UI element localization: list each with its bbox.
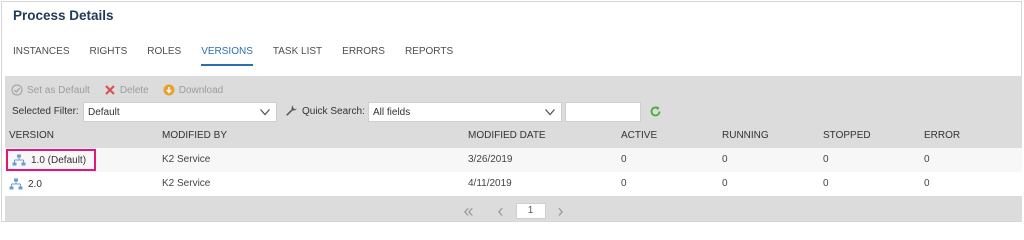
table-row[interactable]: 1.0 (Default) K2 Service 3/26/2019 0 0 0… [5,148,1022,172]
download-button[interactable]: Download [163,84,223,96]
tab-roles[interactable]: ROLES [147,46,181,66]
search-input[interactable] [565,102,641,122]
version-value: 1.0 (Default) [31,154,87,166]
tab-task-list[interactable]: TASK LIST [273,46,322,66]
delete-label: Delete [119,84,149,96]
page-number-input[interactable]: 1 [515,202,546,219]
version-value: 2.0 [28,178,42,190]
stopped-cell: 0 [823,154,829,165]
modified-date-cell: 4/11/2019 [468,178,512,189]
delete-button[interactable]: Delete [104,84,149,96]
column-error[interactable]: ERROR [924,130,960,141]
table-row[interactable]: 2.0 K2 Service 4/11/2019 0 0 0 0 [5,172,1022,196]
running-cell: 0 [722,154,728,165]
version-cell[interactable]: 2.0 [9,172,42,196]
column-version[interactable]: VERSION [9,130,54,141]
tab-instances[interactable]: INSTANCES [13,46,70,66]
column-modified-by[interactable]: MODIFIED BY [162,130,227,141]
download-label: Download [178,84,224,96]
tab-rights[interactable]: RIGHTS [90,46,128,66]
tab-reports[interactable]: REPORTS [405,46,453,66]
selected-filter-value: Default [88,107,120,118]
running-cell: 0 [722,178,728,189]
chevron-down-icon [259,106,271,121]
column-running[interactable]: RUNNING [722,130,769,141]
column-modified-date[interactable]: MODIFIED DATE [468,130,546,141]
filter-row: Selected Filter: Default Quick Search: A… [12,102,1012,122]
modified-by-cell: K2 Service [162,178,211,189]
version-cell-highlighted[interactable]: 1.0 (Default) [6,149,97,171]
modified-by-cell: K2 Service [162,154,211,165]
refresh-icon[interactable] [649,105,662,121]
first-page-icon[interactable]: « [463,202,473,220]
versions-panel: Set as Default Delete Download Selected … [5,76,1022,221]
stopped-cell: 0 [823,178,829,189]
wrench-icon [285,104,298,120]
active-cell: 0 [621,154,627,165]
error-cell: 0 [924,178,930,189]
set-as-default-label: Set as Default [27,84,90,96]
toolbar: Set as Default Delete Download [11,83,237,97]
tab-versions[interactable]: VERSIONS [201,46,253,66]
quick-search-label: Quick Search: [302,106,365,117]
column-active[interactable]: ACTIVE [621,130,657,141]
selected-filter-dropdown[interactable]: Default [83,102,277,122]
delete-x-icon [104,84,116,96]
next-page-icon[interactable]: › [558,202,564,220]
chevron-down-icon [544,106,556,121]
download-icon [163,84,175,96]
previous-page-icon[interactable]: ‹ [498,202,504,220]
tab-errors[interactable]: ERRORS [342,46,385,66]
selected-filter-label: Selected Filter: [12,106,79,117]
active-cell: 0 [621,178,627,189]
process-version-icon [9,178,23,190]
process-details-window: Process Details INSTANCES RIGHTS ROLES V… [1,1,1022,222]
checkmark-circle-icon [11,84,23,96]
modified-date-cell: 3/26/2019 [468,154,513,165]
column-stopped[interactable]: STOPPED [823,130,871,141]
error-cell: 0 [924,154,930,165]
quick-search-field-dropdown[interactable]: All fields [368,102,562,122]
grid-header: VERSION MODIFIED BY MODIFIED DATE ACTIVE… [5,126,1022,146]
quick-search-field-value: All fields [373,107,411,118]
set-as-default-button[interactable]: Set as Default [11,84,90,96]
pager: « ‹ 1 › [5,200,1022,221]
tab-bar: INSTANCES RIGHTS ROLES VERSIONS TASK LIS… [13,46,473,66]
page-title: Process Details [13,8,114,23]
process-version-icon [12,154,26,166]
